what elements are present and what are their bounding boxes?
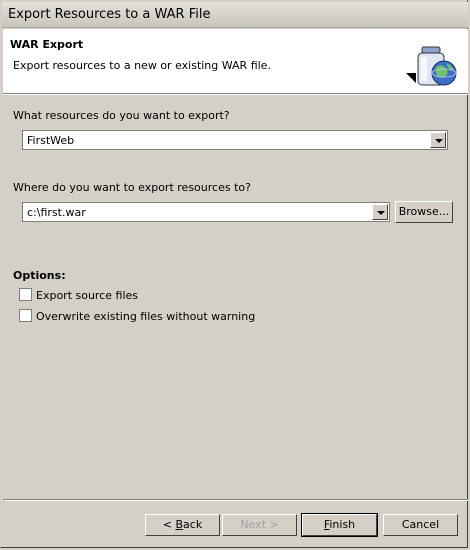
destination-combo[interactable]: c:\first.war [22, 202, 390, 222]
title-bar[interactable]: Export Resources to a WAR File [2, 2, 468, 28]
cancel-button[interactable]: Cancel [383, 514, 458, 536]
options-heading: Options: [13, 269, 66, 282]
chevron-down-icon[interactable] [372, 204, 388, 220]
back-button-rest: ack [183, 518, 203, 531]
overwrite-files-checkbox[interactable] [19, 309, 32, 322]
banner-separator [3, 94, 468, 95]
overwrite-files-label: Overwrite existing files without warning [36, 310, 256, 323]
next-button[interactable]: Next > [222, 514, 297, 536]
back-button-mnemonic: B [175, 518, 184, 531]
destination-label: Where do you want to export resources to… [13, 181, 251, 194]
finish-button[interactable]: Finish [301, 513, 378, 537]
back-button-prefix: < [162, 518, 176, 531]
banner-title: WAR Export [10, 38, 84, 51]
dialog-window: Export Resources to a WAR File WAR Expor… [0, 0, 468, 548]
chevron-down-icon[interactable] [430, 132, 446, 148]
export-source-files-label: Export source files [36, 289, 139, 302]
back-button[interactable]: < Back [145, 514, 220, 536]
footer-separator-highlight [3, 500, 468, 501]
jar-globe-export-icon [406, 43, 462, 89]
resources-label: What resources do you want to export? [13, 109, 230, 122]
resources-select-value: FirstWeb [27, 134, 75, 147]
finish-button-rest: inish [329, 518, 356, 531]
wizard-banner: WAR Export Export resources to a new or … [3, 29, 468, 94]
browse-button[interactable]: Browse... [395, 201, 453, 223]
resources-select[interactable]: FirstWeb [22, 130, 448, 150]
window-title: Export Resources to a WAR File [8, 7, 211, 22]
destination-combo-value: c:\first.war [27, 206, 86, 219]
export-source-files-checkbox[interactable] [19, 288, 32, 301]
banner-description: Export resources to a new or existing WA… [13, 59, 271, 72]
